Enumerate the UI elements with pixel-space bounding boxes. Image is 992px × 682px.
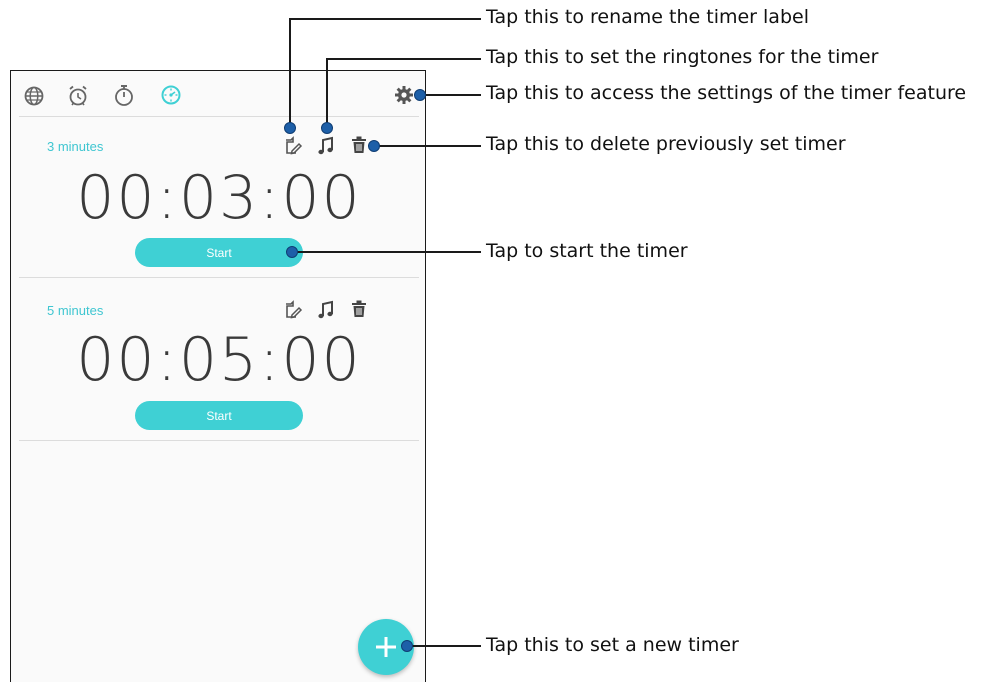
alarm-icon[interactable] [67, 84, 89, 108]
stopwatch-icon[interactable] [113, 83, 135, 108]
callout-line [326, 58, 328, 126]
callout-dot [414, 89, 426, 101]
callout-text: Tap this to access the settings of the t… [486, 82, 967, 104]
callout-text: Tap this to set a new timer [486, 634, 739, 656]
gear-icon[interactable] [394, 85, 414, 105]
music-note-icon[interactable] [317, 300, 335, 320]
callout-dot [321, 122, 333, 134]
callout-dot [284, 122, 296, 134]
callout-text: Tap to start the timer [486, 240, 688, 262]
globe-icon[interactable] [23, 85, 45, 107]
timer-divider [19, 440, 419, 441]
timer-label[interactable]: 5 minutes [47, 303, 103, 318]
plus-icon [374, 635, 398, 659]
music-note-icon[interactable] [317, 136, 335, 156]
rename-label-icon[interactable] [283, 136, 303, 156]
callout-dot [401, 640, 413, 652]
callout-text: Tap this to delete previously set timer [486, 133, 846, 155]
timer-label[interactable]: 3 minutes [47, 139, 103, 154]
callout-line [407, 645, 481, 647]
tabbar-divider [19, 116, 419, 117]
callout-line [374, 145, 481, 147]
timer-divider [19, 277, 419, 278]
callout-text: Tap this to rename the timer label [486, 6, 809, 28]
callout-line [289, 18, 291, 126]
callout-dot [368, 140, 380, 152]
callout-line [292, 251, 481, 253]
start-button[interactable]: Start [135, 238, 303, 267]
timer-value: 00:05:00 [76, 325, 362, 395]
callout-line [326, 58, 481, 60]
trash-icon[interactable] [351, 300, 367, 318]
start-button[interactable]: Start [135, 401, 303, 430]
timer-value: 00:03:00 [76, 163, 362, 233]
callout-line [420, 94, 481, 96]
timer-app-screen: 3 minutes 00:03:00 Start 5 minutes 00:05… [10, 70, 426, 682]
callout-line [289, 18, 481, 20]
callout-text: Tap this to set the ringtones for the ti… [486, 46, 879, 68]
rename-label-icon[interactable] [283, 300, 303, 320]
trash-icon[interactable] [351, 136, 367, 154]
callout-dot [286, 246, 298, 258]
timer-icon[interactable] [160, 84, 182, 106]
